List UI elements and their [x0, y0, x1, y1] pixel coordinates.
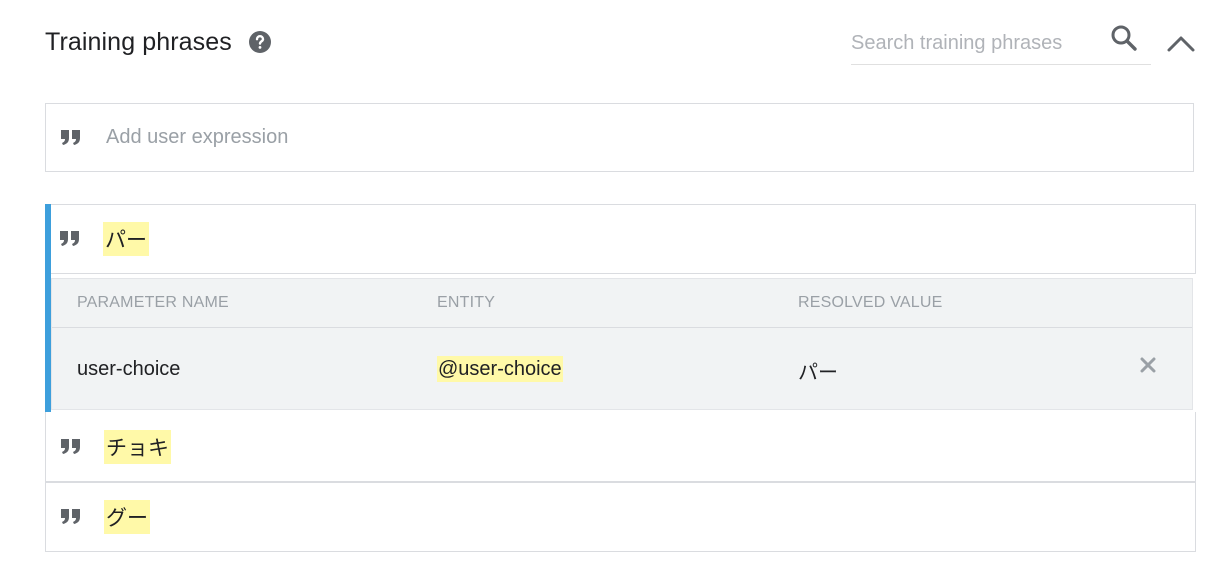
help-icon[interactable] [248, 30, 272, 54]
quote-icon [60, 128, 82, 148]
training-phrase-row[interactable]: パー [51, 204, 1196, 274]
training-phrase-text[interactable]: グー [104, 500, 150, 534]
section-header: Training phrases [45, 24, 272, 60]
add-expression-input[interactable] [104, 125, 1193, 150]
column-header-resolved-value: RESOLVED VALUE [798, 294, 943, 311]
section-title: Training phrases [45, 27, 232, 56]
training-phrase-row[interactable]: グー [45, 482, 1196, 552]
quote-icon [60, 507, 82, 527]
parameter-table: PARAMETER NAME ENTITY RESOLVED VALUE use… [51, 278, 1193, 410]
parameter-table-header: PARAMETER NAME ENTITY RESOLVED VALUE [52, 279, 1192, 328]
entity-tag[interactable]: @user-choice [437, 356, 563, 382]
chevron-up-icon[interactable] [1165, 28, 1197, 60]
table-row: user-choice @user-choice パー [52, 328, 1192, 410]
entity-cell[interactable]: @user-choice [437, 356, 563, 382]
training-phrase-text[interactable]: チョキ [104, 429, 171, 464]
column-header-entity: ENTITY [437, 294, 496, 311]
quote-icon [59, 229, 81, 249]
training-phrase-row[interactable]: チョキ [45, 412, 1196, 482]
resolved-value-cell[interactable]: パー [798, 356, 838, 385]
training-phrase-text[interactable]: パー [103, 222, 149, 256]
search-bar [851, 24, 1151, 65]
parameter-name-cell[interactable]: user-choice [77, 358, 180, 381]
add-expression-box[interactable] [45, 103, 1194, 172]
column-header-parameter-name: PARAMETER NAME [77, 294, 229, 311]
search-input[interactable] [851, 28, 1101, 58]
close-icon[interactable] [1138, 355, 1158, 375]
quote-icon [60, 437, 82, 457]
search-icon[interactable] [1110, 24, 1138, 52]
